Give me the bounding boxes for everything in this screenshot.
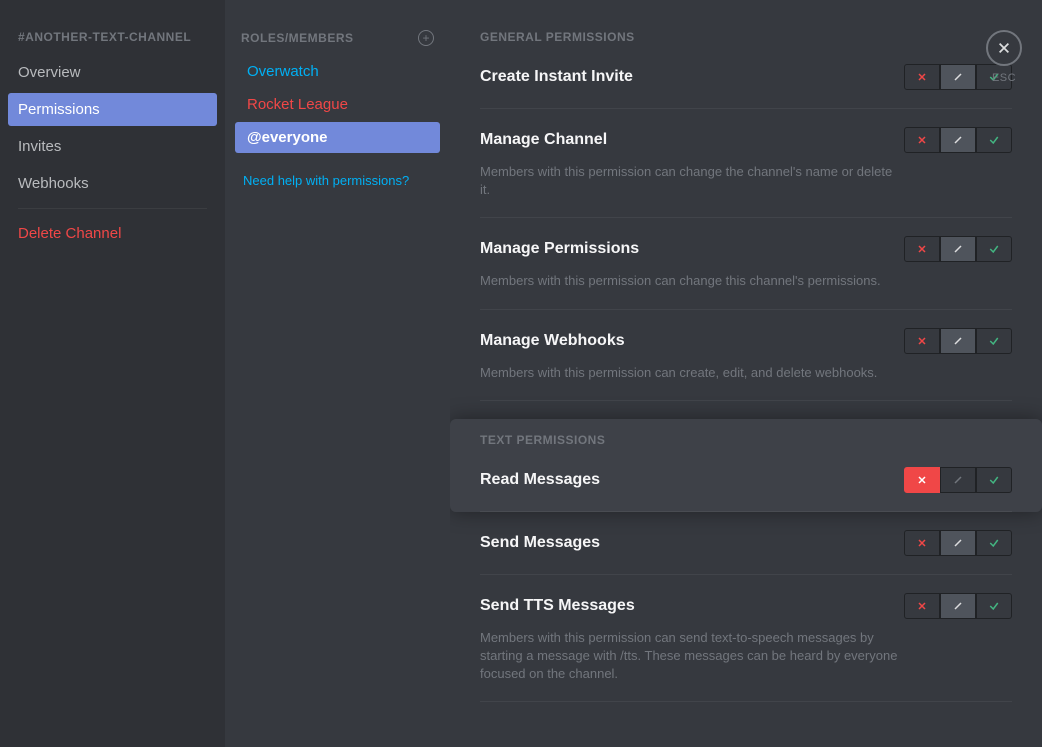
neutral-icon[interactable] [940, 467, 976, 493]
deny-icon[interactable] [904, 236, 940, 262]
role-item[interactable]: @everyone [235, 122, 440, 153]
permission-section: TEXT PERMISSIONS Read Messages [450, 419, 1042, 512]
neutral-icon[interactable] [940, 127, 976, 153]
deny-icon[interactable] [904, 593, 940, 619]
permission-row: Manage Channel Members with this permissi… [480, 127, 1012, 218]
permissions-panel: GENERAL PERMISSIONS Create Instant Invite… [450, 0, 1042, 747]
neutral-icon[interactable] [940, 236, 976, 262]
permission-row: Send TTS Messages Members with this permi… [480, 593, 1012, 703]
channel-settings-sidebar: #ANOTHER-TEXT-CHANNEL Overview Permission… [0, 0, 225, 747]
add-role-icon[interactable]: + [418, 30, 434, 46]
permission-row: Manage Webhooks Members with this permiss… [480, 328, 1012, 401]
allow-icon[interactable] [976, 236, 1012, 262]
permission-toggle [904, 467, 1012, 493]
permission-row: Create Instant Invite [480, 64, 1012, 109]
deny-icon[interactable] [904, 127, 940, 153]
permission-section: Send Messages Send TTS Messages Members wi… [480, 530, 1012, 703]
roles-header: ROLES/MEMBERS [241, 31, 354, 45]
section-header: GENERAL PERMISSIONS [480, 30, 1012, 44]
allow-icon[interactable] [976, 127, 1012, 153]
deny-icon[interactable] [904, 328, 940, 354]
permission-description: Members with this permission can create,… [480, 364, 900, 382]
permission-title: Create Instant Invite [480, 68, 633, 86]
role-item[interactable]: Overwatch [235, 56, 440, 87]
permission-section: GENERAL PERMISSIONS Create Instant Invite… [480, 30, 1012, 401]
close-label: ESC [992, 72, 1016, 84]
neutral-icon[interactable] [940, 530, 976, 556]
close-icon [986, 30, 1022, 66]
allow-icon[interactable] [976, 328, 1012, 354]
permission-title: Manage Channel [480, 131, 607, 149]
roles-column: ROLES/MEMBERS + OverwatchRocket League@e… [225, 0, 450, 747]
deny-icon[interactable] [904, 64, 940, 90]
permission-title: Send Messages [480, 534, 600, 552]
delete-channel-button[interactable]: Delete Channel [8, 217, 217, 250]
permission-toggle [904, 530, 1012, 556]
permissions-help-link[interactable]: Need help with permissions? [235, 155, 440, 188]
sidebar-header: #ANOTHER-TEXT-CHANNEL [8, 30, 217, 56]
deny-icon[interactable] [904, 530, 940, 556]
permission-description: Members with this permission can send te… [480, 629, 900, 684]
sidebar-item-invites[interactable]: Invites [8, 130, 217, 163]
deny-icon[interactable] [904, 467, 940, 493]
permission-toggle [904, 593, 1012, 619]
allow-icon[interactable] [976, 593, 1012, 619]
allow-icon[interactable] [976, 530, 1012, 556]
sidebar-item-overview[interactable]: Overview [8, 56, 217, 89]
section-header: TEXT PERMISSIONS [480, 433, 1012, 447]
permission-title: Send TTS Messages [480, 597, 635, 615]
allow-icon[interactable] [976, 467, 1012, 493]
sidebar-item-permissions[interactable]: Permissions [8, 93, 217, 126]
neutral-icon[interactable] [940, 593, 976, 619]
permission-row: Manage Permissions Members with this perm… [480, 236, 1012, 309]
sidebar-item-webhooks[interactable]: Webhooks [8, 167, 217, 200]
neutral-icon[interactable] [940, 328, 976, 354]
permission-toggle [904, 127, 1012, 153]
permission-toggle [904, 236, 1012, 262]
permission-row: Send Messages [480, 530, 1012, 575]
permission-title: Manage Permissions [480, 240, 639, 258]
close-button[interactable]: ESC [986, 30, 1022, 84]
permission-description: Members with this permission can change … [480, 272, 900, 290]
permission-row: Read Messages [480, 467, 1012, 512]
permission-toggle [904, 328, 1012, 354]
sidebar-divider [18, 208, 207, 209]
neutral-icon[interactable] [940, 64, 976, 90]
role-item[interactable]: Rocket League [235, 89, 440, 120]
permission-description: Members with this permission can change … [480, 163, 900, 199]
permission-title: Manage Webhooks [480, 332, 625, 350]
permission-title: Read Messages [480, 471, 600, 489]
